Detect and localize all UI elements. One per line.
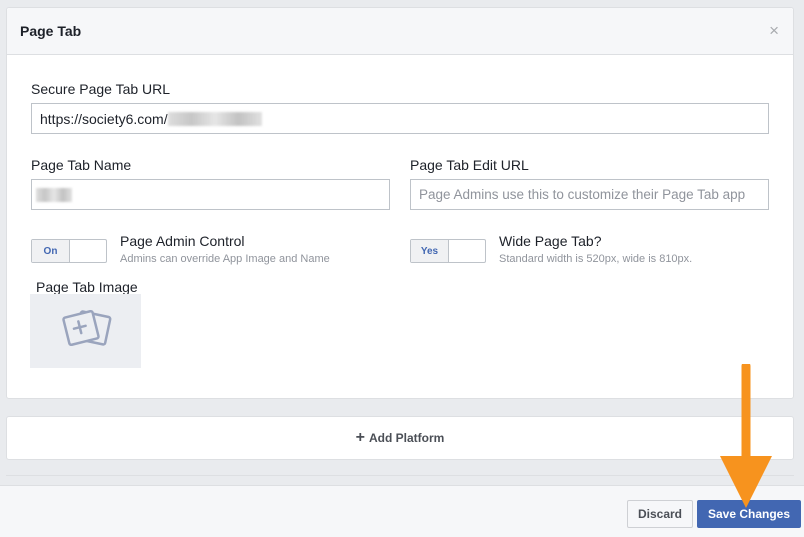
divider	[6, 475, 794, 476]
add-platform-button[interactable]: + Add Platform	[6, 416, 794, 460]
tab-name-label: Page Tab Name	[31, 157, 132, 173]
secure-url-label: Secure Page Tab URL	[31, 81, 171, 97]
edit-url-label: Page Tab Edit URL	[410, 157, 529, 173]
close-icon[interactable]: ×	[769, 22, 779, 39]
edit-url-input[interactable]	[410, 179, 769, 210]
admin-control-title: Page Admin Control	[120, 233, 245, 249]
secure-url-input[interactable]	[31, 103, 769, 134]
admin-control-toggle[interactable]: On	[31, 239, 107, 263]
admin-control-description: Admins can override App Image and Name	[120, 253, 330, 265]
tab-image-upload[interactable]	[30, 294, 141, 368]
tab-image-label: Page Tab Image	[36, 279, 138, 295]
redacted-tab-name	[36, 188, 72, 202]
wide-tab-state: Yes	[411, 240, 449, 262]
panel-header: Page Tab ×	[7, 8, 793, 55]
wide-tab-description: Standard width is 520px, wide is 810px.	[499, 253, 693, 265]
admin-control-state: On	[32, 240, 70, 262]
save-changes-button[interactable]: Save Changes	[697, 500, 801, 528]
wide-tab-title: Wide Page Tab?	[499, 233, 602, 249]
discard-button[interactable]: Discard	[627, 500, 693, 528]
tab-name-input[interactable]	[31, 179, 390, 210]
add-platform-label: Add Platform	[369, 431, 445, 445]
panel-title: Page Tab	[20, 23, 82, 39]
redacted-url-part	[168, 112, 262, 126]
wide-tab-toggle[interactable]: Yes	[410, 239, 486, 263]
add-photo-icon	[61, 309, 111, 347]
plus-icon: +	[355, 429, 365, 446]
